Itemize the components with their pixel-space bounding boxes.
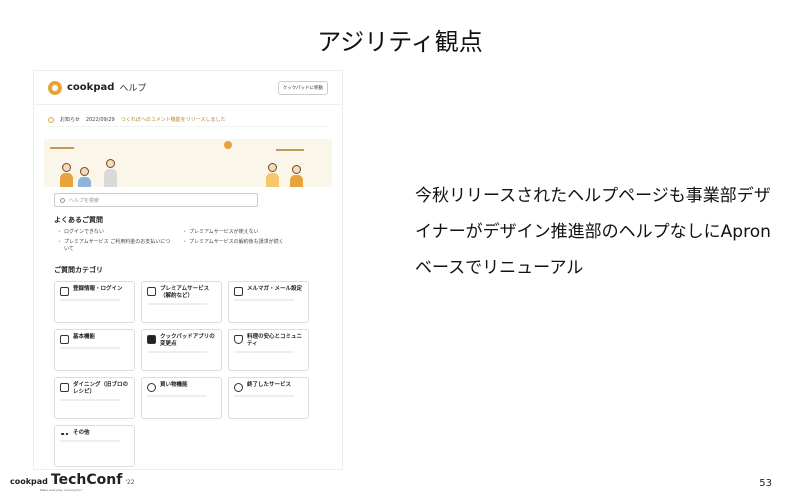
faq-item[interactable]: • プレミアムサービス ご利用料金のお支払いについて <box>58 239 173 253</box>
category-card[interactable]: 登録情報・ログイン <box>54 281 135 323</box>
logo-text: cookpad <box>67 82 115 93</box>
category-card[interactable]: 料理の安心とコミュニティ <box>228 329 309 371</box>
person-icon <box>104 159 117 187</box>
faq-item[interactable]: • プレミアムサービスの解約後も請求が続く <box>183 239 298 253</box>
category-card[interactable]: クックパッドアプリの変更点 <box>141 329 222 371</box>
page-number: 53 <box>759 478 772 489</box>
lamp-icon <box>224 141 232 149</box>
user-icon <box>60 287 69 296</box>
bookmark-icon <box>147 287 156 296</box>
category-card[interactable]: その他 <box>54 425 135 467</box>
book-icon <box>60 335 69 344</box>
notice-bar: お知らせ 2022/09/29 つくれぽへのコメント機能をリリースしました <box>48 113 328 127</box>
category-card[interactable]: 買い物機能 <box>141 377 222 419</box>
notice-link[interactable]: つくれぽへのコメント機能をリリースしました <box>121 116 226 123</box>
footer-tagline: Make everyday cooking fun! <box>40 488 83 492</box>
person-icon <box>266 163 279 187</box>
footer-event: TechConf <box>50 472 123 488</box>
footer-year: '22 <box>125 479 135 486</box>
cookpad-logo-icon <box>48 80 62 95</box>
slide-body-text: 今秋リリースされたヘルプページも事業部デザイナーがデザイン推進部のヘルプなしにA… <box>415 186 771 278</box>
notice-label: お知らせ <box>60 117 80 123</box>
faq-item[interactable]: • ログインできない <box>58 229 173 236</box>
shield-icon <box>234 335 243 344</box>
carrot-icon <box>147 383 156 392</box>
slide-title: アジリティ観点 <box>317 28 483 56</box>
dots-icon <box>60 433 69 437</box>
category-card[interactable]: メルマガ・メール設定 <box>228 281 309 323</box>
category-card[interactable]: 基本機能 <box>54 329 135 371</box>
help-label: ヘルプ <box>119 84 147 94</box>
person-icon <box>60 163 73 187</box>
notice-date: 2022/09/29 <box>85 116 115 123</box>
notice-icon <box>48 116 54 123</box>
category-card[interactable]: 終了したサービス <box>228 377 309 419</box>
category-grid: 登録情報・ログイン プレミアムサービス（解約など） メルマガ・メール設定 基本機… <box>54 281 322 467</box>
faq-title: よくあるご質問 <box>54 216 103 224</box>
history-icon <box>234 383 243 392</box>
help-page-screenshot: cookpad ヘルプ クックパッドに移動 お知らせ 2022/09/29 つく… <box>33 70 343 470</box>
new-badge-icon <box>147 335 156 344</box>
category-card[interactable]: ダイニング（旧ブロのレシピ） <box>54 377 135 419</box>
hero-illustration <box>44 131 332 187</box>
footer-brand: cookpad <box>10 477 48 486</box>
techconf-logo: cookpad TechConf '22 Make everyday cooki… <box>10 472 135 492</box>
categories-title: ご質問カテゴリ <box>54 266 103 274</box>
search-icon <box>60 197 65 203</box>
faq-list: • ログインできない • プレミアムサービスが使えない • プレミアムサービス ご利用… <box>58 229 298 253</box>
person-icon <box>78 167 91 187</box>
cookpad-logo[interactable]: cookpad ヘルプ <box>48 80 147 95</box>
help-header: cookpad ヘルプ クックパッドに移動 <box>34 71 342 105</box>
go-to-cookpad-button[interactable]: クックパッドに移動 <box>277 80 328 95</box>
mail-icon <box>234 287 243 296</box>
help-search-input[interactable]: ヘルプを検索 <box>54 193 258 207</box>
search-placeholder: ヘルプを検索 <box>69 197 100 204</box>
person-icon <box>290 165 303 187</box>
open-book-icon <box>60 383 69 392</box>
category-card[interactable]: プレミアムサービス（解約など） <box>141 281 222 323</box>
faq-item[interactable]: • プレミアムサービスが使えない <box>183 229 298 236</box>
